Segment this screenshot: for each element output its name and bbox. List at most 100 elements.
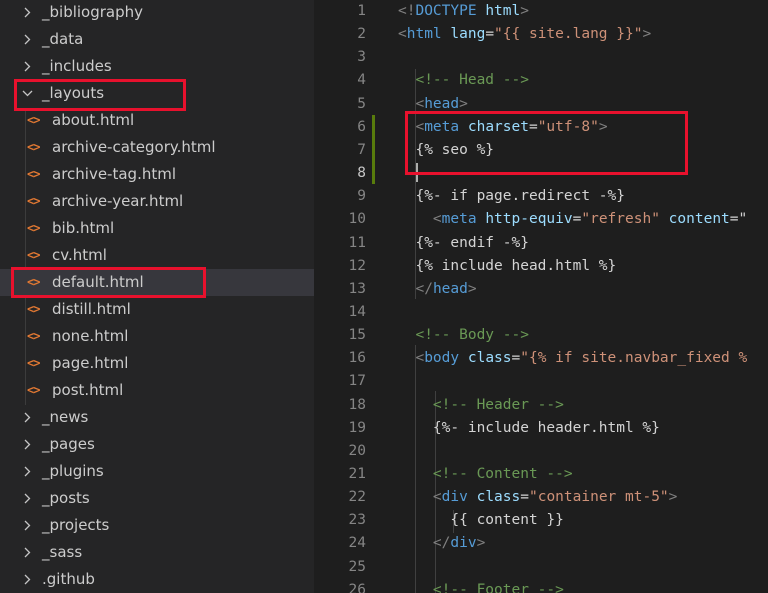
code-token: =" [729,211,748,227]
tree-item-label: _data [42,30,84,48]
tree-file-distill[interactable]: <> distill.html [0,296,314,323]
line-number: 3 [357,49,366,65]
html-file-icon: <> [27,167,40,181]
tree-item-label: archive-category.html [52,138,216,156]
chevron-right-icon [24,520,31,531]
code-token: <!-- Head --> [415,72,529,88]
text-cursor [416,163,418,182]
html-file-icon: <> [27,383,40,397]
line-number: 1 [357,3,366,19]
code-token: </ [432,535,451,551]
explorer-sidebar: _bibliography _data _includes _layouts <> abo… [0,0,314,593]
tree-item-label: none.html [52,327,129,345]
html-file-icon: <> [27,221,40,235]
html-file-icon: <> [27,302,40,316]
tree-item-label: _pages [42,435,95,453]
code-line: <body class="{% if site.navbar_fixed % [398,347,747,370]
tree-file-bib[interactable]: <> bib.html [0,215,314,242]
tree-folder-sass[interactable]: _sass [0,539,314,566]
chevron-down-icon [22,90,33,97]
code-line: <meta charset="utf-8"> [398,116,608,139]
modified-lines-indicator [372,115,375,184]
line-number: 23 [348,512,366,528]
html-file-icon: <> [27,329,40,343]
code-token: <!-- Body --> [415,327,529,343]
line-number: 20 [348,443,366,459]
code-token: "{{ site.lang }}" [494,26,643,42]
code-token: < [432,211,442,227]
chevron-right-icon [24,493,31,504]
tree-folder-includes[interactable]: _includes [0,53,314,80]
line-number: 22 [348,489,366,505]
code-token: DOCTYPE [415,3,477,19]
chevron-right-icon [24,34,31,45]
tree-folder-posts[interactable]: _posts [0,485,314,512]
tree-item-label: archive-tag.html [52,165,176,183]
tree-folder-layouts[interactable]: _layouts [0,80,314,107]
tree-folder-projects[interactable]: _projects [0,512,314,539]
code-line: <!-- Content --> [398,463,573,486]
code-token: > [598,119,608,135]
tree-folder-plugins[interactable]: _plugins [0,458,314,485]
code-line: <!-- Footer --> [398,579,564,593]
code-token: > [642,26,652,42]
code-line: {% seo %} [398,139,494,162]
line-number: 19 [348,420,366,436]
tree-folder-bibliography[interactable]: _bibliography [0,0,314,26]
code-token: = [511,350,521,366]
chevron-right-icon [24,7,31,18]
tree-item-label: _sass [42,543,83,561]
tree-item-label: _includes [42,57,112,75]
html-file-icon: <> [27,275,40,289]
code-editor[interactable]: 1 2 3 4 5 6 7 8 9 10 11 12 13 14 15 16 17 18 19 20 21 22 23 24 2… [314,0,768,593]
code-token: <!-- Header --> [432,397,564,413]
code-token: < [415,350,425,366]
tree-folder-data[interactable]: _data [0,26,314,53]
tree-file-archive-category[interactable]: <> archive-category.html [0,134,314,161]
code-token: = [520,489,529,505]
code-line: </div> [398,532,485,555]
code-line: <!-- Header --> [398,394,564,417]
html-file-icon: <> [27,194,40,208]
line-number: 18 [348,397,366,413]
tree-file-post[interactable]: <> post.html [0,377,314,404]
tree-item-label: _projects [42,516,110,534]
html-file-icon: <> [27,140,40,154]
tree-item-label: _posts [42,489,90,507]
tree-file-page[interactable]: <> page.html [0,350,314,377]
line-number: 11 [348,235,366,251]
tree-folder-pages[interactable]: _pages [0,431,314,458]
code-token: head [424,96,460,112]
line-number: 12 [348,258,366,274]
tree-item-label: archive-year.html [52,192,184,210]
line-number: 4 [357,72,366,88]
code-line: {%- include header.html %} [398,417,660,440]
tree-file-archive-year[interactable]: <> archive-year.html [0,188,314,215]
tree-file-default[interactable]: <> default.html [0,269,314,296]
code-token: div [441,489,468,505]
tree-folder-github[interactable]: .github [0,566,314,593]
tree-file-cv[interactable]: <> cv.html [0,242,314,269]
tree-file-none[interactable]: <> none.html [0,323,314,350]
tree-file-about[interactable]: <> about.html [0,107,314,134]
code-token: > [476,535,486,551]
code-token: "container mt-5" [528,489,669,505]
tree-item-label: page.html [52,354,129,372]
tree-file-archive-tag[interactable]: <> archive-tag.html [0,161,314,188]
tree-folder-news[interactable]: _news [0,404,314,431]
code-line: <!DOCTYPE html> [398,0,529,23]
line-number: 14 [348,304,366,320]
code-line: {%- if page.redirect -%} [398,185,625,208]
chevron-right-icon [24,574,31,585]
code-token: http-equiv [485,211,573,227]
line-number: 21 [348,466,366,482]
chevron-right-icon [24,61,31,72]
